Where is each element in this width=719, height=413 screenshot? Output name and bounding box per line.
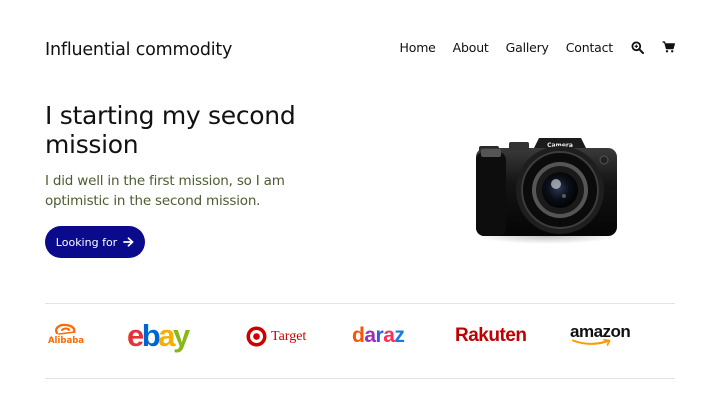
rakuten-logo: Rakuten <box>455 325 527 346</box>
target-logo-text: Target <box>271 328 307 344</box>
amazon-logo: amazon <box>570 322 631 347</box>
ebay-letter-e: e <box>127 318 144 353</box>
nav-home[interactable]: Home <box>400 40 436 55</box>
partner-logos: Alibaba e b a y Target d a r a z Rakuten… <box>45 318 675 362</box>
looking-for-label: Looking for <box>55 235 118 249</box>
divider-bottom <box>45 378 675 379</box>
ebay-logo: e b a y <box>127 318 190 354</box>
daraz-letter-z: z <box>394 324 405 347</box>
alibaba-logo-text: Alibaba <box>47 336 85 346</box>
brand-logo[interactable]: Influential commodity <box>45 40 232 60</box>
target-bullseye-icon <box>246 326 267 347</box>
daraz-letter-a2: a <box>383 324 395 347</box>
nav-contact[interactable]: Contact <box>566 40 613 55</box>
hero-subtitle: I did well in the first mission, so I am… <box>45 173 285 209</box>
daraz-logo: d a r a z <box>352 324 405 348</box>
target-logo: Target <box>246 326 306 347</box>
daraz-letter-d: d <box>352 324 365 347</box>
daraz-letter-a1: a <box>364 324 376 347</box>
main-nav: Home About Gallery Contact <box>400 40 675 55</box>
cart-icon[interactable] <box>662 41 675 54</box>
daraz-letter-r: r <box>375 324 384 347</box>
looking-for-button[interactable]: Looking for <box>45 226 145 258</box>
nav-about[interactable]: About <box>453 40 489 55</box>
camera-image: Camera <box>473 128 621 245</box>
ebay-letter-y: y <box>172 318 190 353</box>
amazon-smile-icon <box>572 339 611 346</box>
hero-title: I starting my second mission <box>45 101 296 159</box>
search-icon[interactable] <box>631 41 644 54</box>
arrow-right-icon <box>123 237 134 247</box>
ebay-letter-b: b <box>141 318 161 353</box>
alibaba-logo: Alibaba <box>45 322 87 346</box>
ebay-letter-a: a <box>158 318 175 353</box>
divider-top <box>45 303 675 304</box>
nav-gallery[interactable]: Gallery <box>506 40 549 55</box>
alibaba-mark-icon <box>55 323 76 335</box>
